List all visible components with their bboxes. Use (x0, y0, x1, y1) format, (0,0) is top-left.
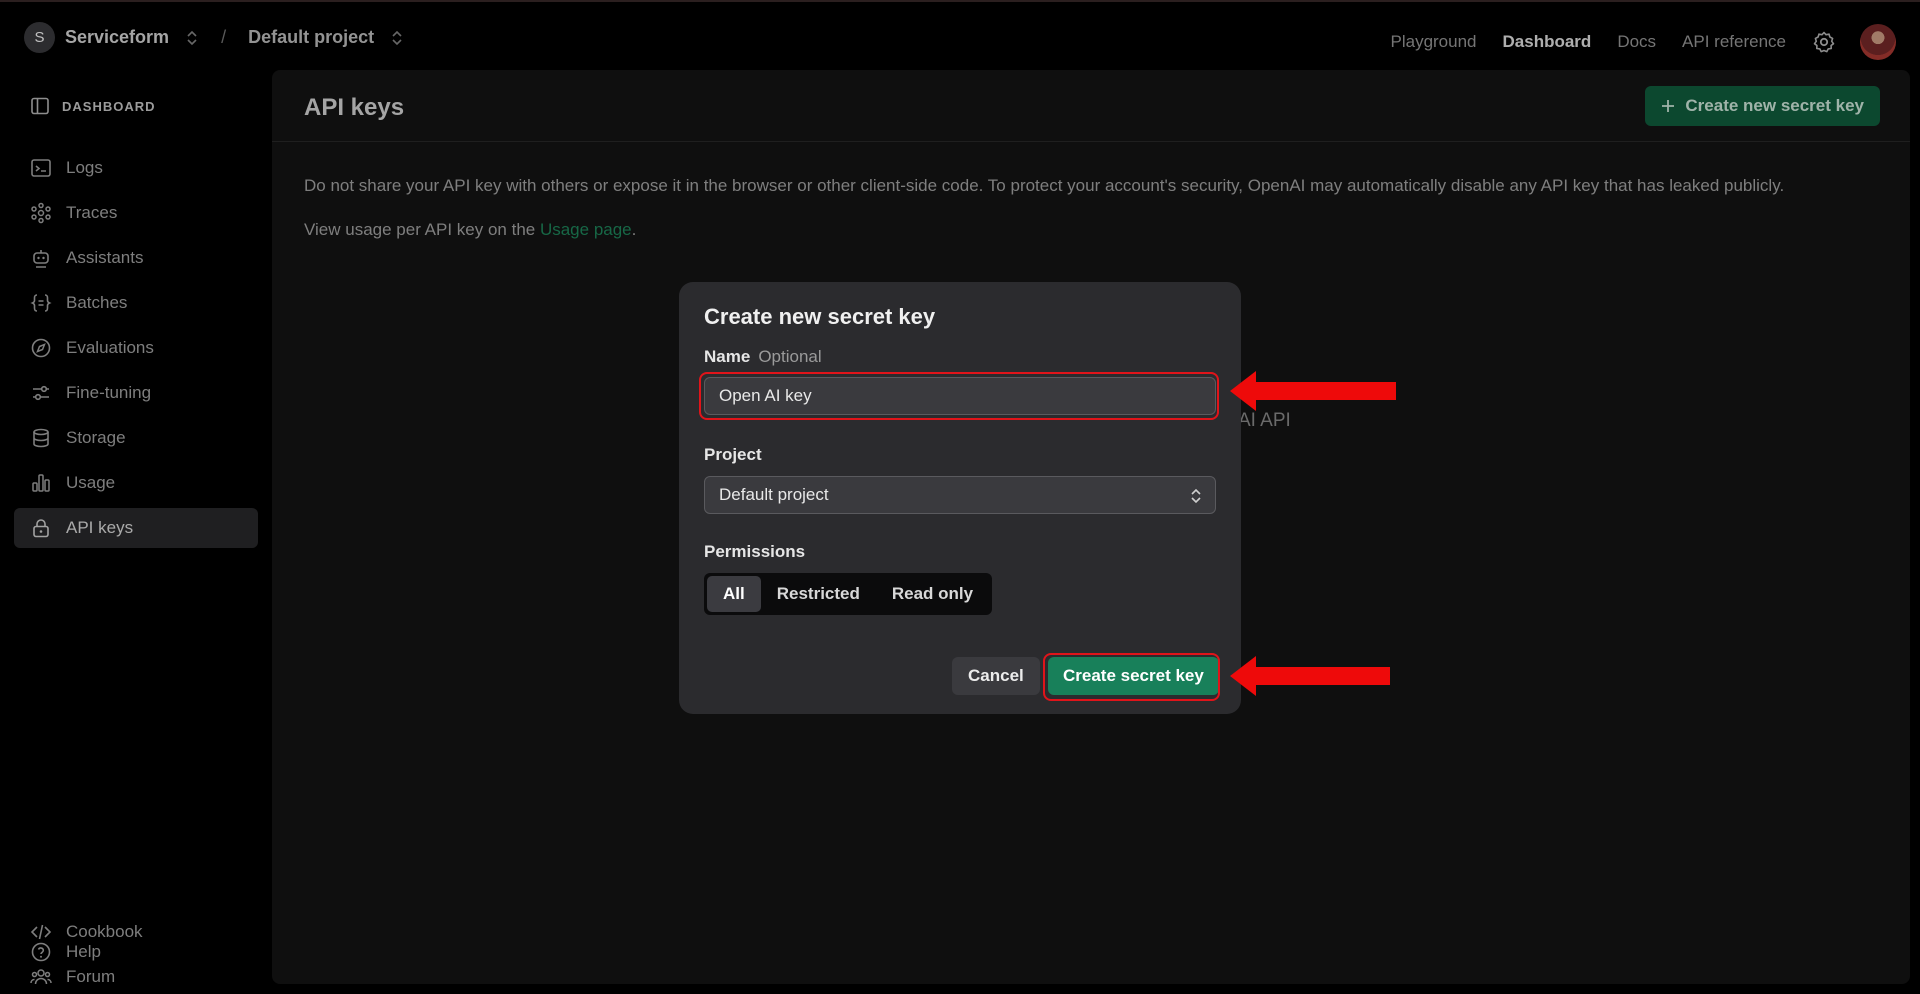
highlight-name-input (699, 372, 1219, 420)
chevron-updown-icon (1191, 488, 1201, 504)
permission-all[interactable]: All (707, 576, 761, 612)
name-label: Name Optional (704, 347, 822, 367)
red-arrow-icon (1230, 371, 1396, 411)
project-select[interactable]: Default project (704, 476, 1216, 514)
create-secret-key-dialog: Create new secret key Name Optional Proje… (679, 282, 1241, 714)
dialog-title: Create new secret key (704, 304, 936, 329)
permissions-label: Permissions (704, 542, 806, 561)
name-label-text: Name (704, 347, 751, 366)
permissions-segmented-control: All Restricted Read only (704, 573, 993, 615)
highlight-create-button (1043, 653, 1220, 701)
project-label: Project (704, 445, 762, 464)
red-arrow-icon (1230, 656, 1390, 696)
cancel-button[interactable]: Cancel (952, 657, 1040, 695)
permission-restricted[interactable]: Restricted (761, 576, 876, 612)
project-select-value: Default project (719, 485, 829, 504)
permission-read-only[interactable]: Read only (876, 576, 989, 612)
optional-hint: Optional (758, 347, 822, 366)
